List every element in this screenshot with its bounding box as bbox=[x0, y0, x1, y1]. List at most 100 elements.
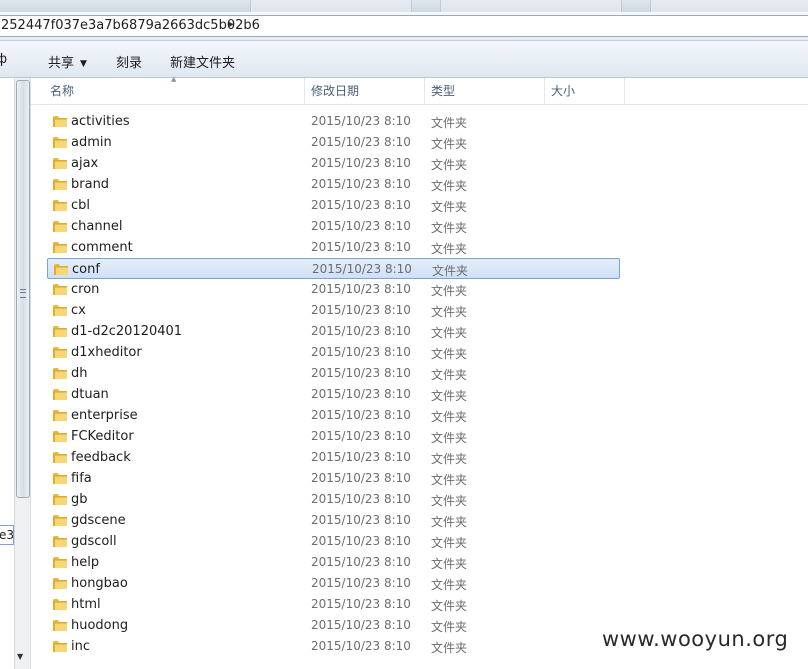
address-bar-row: 252447f037e3a7b6879a2663dc5b02b6 ▸ bbox=[0, 12, 808, 41]
burn-button[interactable]: 刻录 bbox=[116, 52, 142, 71]
folder-icon bbox=[52, 198, 68, 212]
file-name: gdscoll bbox=[71, 534, 117, 549]
blurred-tab bbox=[440, 0, 622, 12]
folder-icon bbox=[52, 534, 68, 548]
folder-icon bbox=[52, 555, 68, 569]
folder-icon bbox=[53, 262, 69, 276]
file-type: 文件夹 bbox=[431, 473, 468, 487]
column-header-type[interactable]: 类型 bbox=[431, 78, 455, 104]
file-type: 文件夹 bbox=[431, 536, 468, 550]
column-divider[interactable] bbox=[304, 78, 305, 104]
background-window-strip bbox=[0, 0, 808, 12]
file-type: 文件夹 bbox=[431, 557, 468, 571]
file-row[interactable]: html 2015/10/23 8:10 文件夹 bbox=[47, 594, 620, 615]
file-row[interactable]: FCKeditor 2015/10/23 8:10 文件夹 bbox=[47, 426, 620, 447]
organize-button[interactable]: ф bbox=[0, 52, 7, 67]
file-type: 文件夹 bbox=[431, 515, 468, 529]
scroll-down-arrow-icon[interactable]: ▼ bbox=[17, 652, 23, 661]
address-bar[interactable]: 252447f037e3a7b6879a2663dc5b02b6 ▸ bbox=[0, 15, 808, 37]
file-row[interactable]: inc 2015/10/23 8:10 文件夹 bbox=[47, 636, 620, 657]
file-name: hongbao bbox=[71, 576, 128, 591]
file-type: 文件夹 bbox=[431, 284, 468, 298]
folder-icon bbox=[52, 345, 68, 359]
scrollbar-thumb[interactable] bbox=[16, 80, 30, 498]
breadcrumb-chevron-icon[interactable]: ▸ bbox=[229, 19, 234, 30]
file-row[interactable]: d1xheditor 2015/10/23 8:10 文件夹 bbox=[47, 342, 620, 363]
file-modified-date: 2015/10/23 8:10 bbox=[311, 156, 411, 170]
file-row[interactable]: dh 2015/10/23 8:10 文件夹 bbox=[47, 363, 620, 384]
folder-icon bbox=[52, 366, 68, 380]
navigation-selected-item[interactable]: e3 bbox=[0, 525, 14, 545]
file-row[interactable]: enterprise 2015/10/23 8:10 文件夹 bbox=[47, 405, 620, 426]
file-name: huodong bbox=[71, 618, 129, 633]
file-name: inc bbox=[71, 639, 90, 654]
file-name: feedback bbox=[71, 450, 131, 465]
file-row[interactable]: cron 2015/10/23 8:10 文件夹 bbox=[47, 279, 620, 300]
file-name: d1-d2c20120401 bbox=[71, 324, 183, 339]
file-row[interactable]: cx 2015/10/23 8:10 文件夹 bbox=[47, 300, 620, 321]
file-type: 文件夹 bbox=[431, 452, 468, 466]
file-name: fifa bbox=[71, 471, 92, 486]
file-row[interactable]: gdscene 2015/10/23 8:10 文件夹 bbox=[47, 510, 620, 531]
file-type: 文件夹 bbox=[431, 431, 468, 445]
file-row[interactable]: d1-d2c20120401 2015/10/23 8:10 文件夹 bbox=[47, 321, 620, 342]
file-row[interactable]: feedback 2015/10/23 8:10 文件夹 bbox=[47, 447, 620, 468]
folder-icon bbox=[52, 639, 68, 653]
file-modified-date: 2015/10/23 8:10 bbox=[311, 450, 411, 464]
file-name: ajax bbox=[71, 156, 99, 171]
file-type: 文件夹 bbox=[431, 641, 468, 655]
folder-icon bbox=[52, 324, 68, 338]
file-name: gb bbox=[71, 492, 88, 507]
column-header-name[interactable]: 名称 bbox=[50, 78, 74, 104]
navigation-scrollbar[interactable]: ▼ bbox=[14, 78, 30, 669]
file-modified-date: 2015/10/23 8:10 bbox=[311, 513, 411, 527]
file-row[interactable]: dtuan 2015/10/23 8:10 文件夹 bbox=[47, 384, 620, 405]
file-name: cbl bbox=[71, 198, 91, 213]
file-row[interactable]: conf 2015/10/23 8:10 文件夹 bbox=[47, 258, 620, 279]
file-row[interactable]: brand 2015/10/23 8:10 文件夹 bbox=[47, 174, 620, 195]
file-modified-date: 2015/10/23 8:10 bbox=[311, 471, 411, 485]
column-header-date[interactable]: 修改日期 bbox=[311, 78, 359, 104]
file-modified-date: 2015/10/23 8:10 bbox=[311, 639, 411, 653]
column-divider[interactable] bbox=[624, 78, 625, 104]
new-folder-button[interactable]: 新建文件夹 bbox=[170, 52, 235, 71]
file-row[interactable]: gb 2015/10/23 8:10 文件夹 bbox=[47, 489, 620, 510]
column-divider[interactable] bbox=[424, 78, 425, 104]
file-name: brand bbox=[71, 177, 110, 192]
folder-icon bbox=[52, 492, 68, 506]
file-type: 文件夹 bbox=[431, 368, 468, 382]
file-row[interactable]: cbl 2015/10/23 8:10 文件夹 bbox=[47, 195, 620, 216]
column-divider[interactable] bbox=[544, 78, 545, 104]
file-modified-date: 2015/10/23 8:10 bbox=[311, 345, 411, 359]
file-type: 文件夹 bbox=[431, 221, 468, 235]
file-name: channel bbox=[71, 219, 123, 234]
file-row[interactable]: help 2015/10/23 8:10 文件夹 bbox=[47, 552, 620, 573]
blurred-tab bbox=[250, 0, 412, 12]
folder-icon bbox=[52, 576, 68, 590]
folder-icon bbox=[52, 429, 68, 443]
share-button[interactable]: 共享 ▼ bbox=[48, 52, 87, 71]
share-label: 共享 bbox=[48, 56, 75, 71]
file-row[interactable]: admin 2015/10/23 8:10 文件夹 bbox=[47, 132, 620, 153]
file-modified-date: 2015/10/23 8:10 bbox=[311, 366, 411, 380]
file-name: help bbox=[71, 555, 100, 570]
file-type: 文件夹 bbox=[431, 179, 468, 193]
file-row[interactable]: activities 2015/10/23 8:10 文件夹 bbox=[47, 111, 620, 132]
file-row[interactable]: gdscoll 2015/10/23 8:10 文件夹 bbox=[47, 531, 620, 552]
file-row[interactable]: fifa 2015/10/23 8:10 文件夹 bbox=[47, 468, 620, 489]
file-modified-date: 2015/10/23 8:10 bbox=[311, 618, 411, 632]
file-row[interactable]: hongbao 2015/10/23 8:10 文件夹 bbox=[47, 573, 620, 594]
file-row[interactable]: channel 2015/10/23 8:10 文件夹 bbox=[47, 216, 620, 237]
file-modified-date: 2015/10/23 8:10 bbox=[311, 576, 411, 590]
folder-icon bbox=[52, 597, 68, 611]
file-modified-date: 2015/10/23 8:10 bbox=[311, 282, 411, 296]
file-row[interactable]: huodong 2015/10/23 8:10 文件夹 bbox=[47, 615, 620, 636]
file-name: html bbox=[71, 597, 101, 612]
column-header-size[interactable]: 大小 bbox=[551, 78, 575, 104]
file-type: 文件夹 bbox=[431, 389, 468, 403]
file-row[interactable]: comment 2015/10/23 8:10 文件夹 bbox=[47, 237, 620, 258]
file-modified-date: 2015/10/23 8:10 bbox=[311, 597, 411, 611]
file-row[interactable]: ajax 2015/10/23 8:10 文件夹 bbox=[47, 153, 620, 174]
file-type: 文件夹 bbox=[431, 599, 468, 613]
file-type: 文件夹 bbox=[431, 410, 468, 424]
